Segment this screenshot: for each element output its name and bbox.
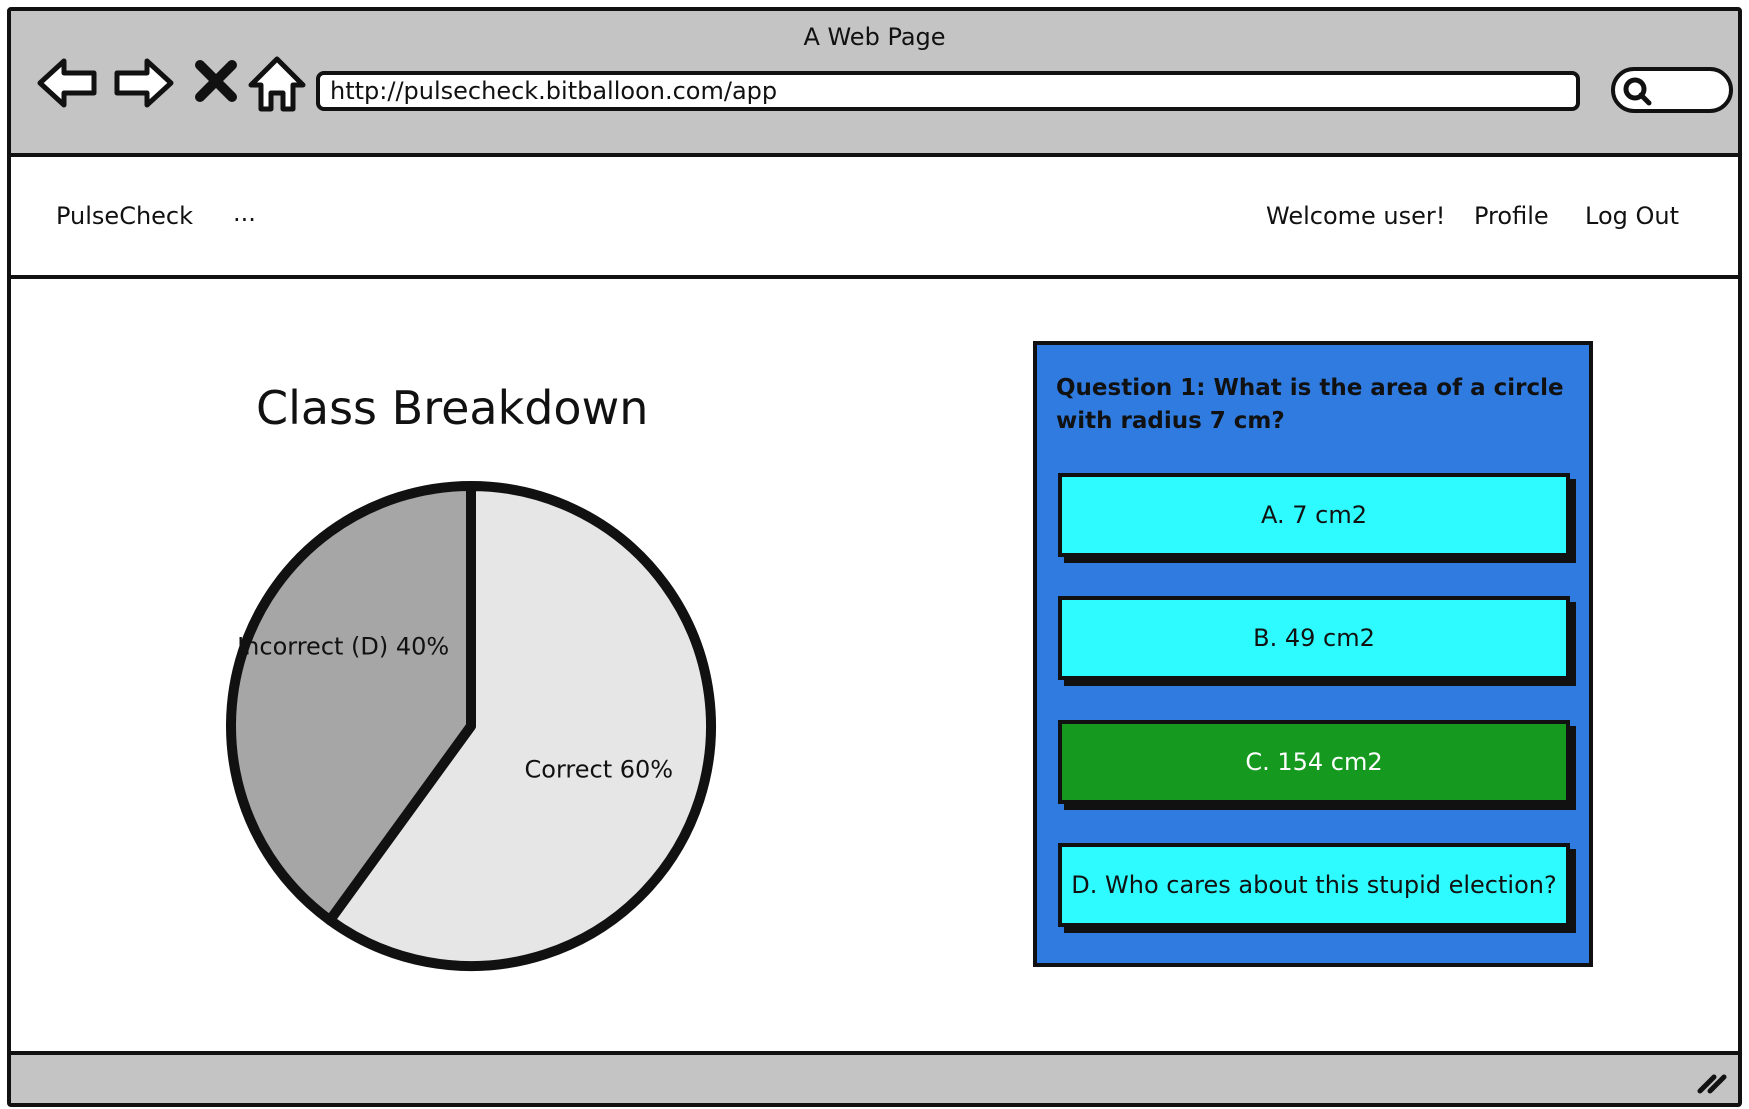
home-icon[interactable]	[245, 51, 309, 115]
browser-chrome: A Web Page http://pulsecheck.bitballoon.…	[11, 11, 1738, 157]
search-icon	[1623, 77, 1652, 106]
quiz-panel: Question 1: What is the area of a circle…	[1033, 341, 1593, 967]
question-text: Question 1: What is the area of a circle…	[1056, 375, 1564, 434]
pie-chart: Correct 60% Incorrect (D) 40%	[226, 481, 716, 971]
pie-slice-label: Incorrect (D) 40%	[237, 632, 449, 660]
brand-link[interactable]: PulseCheck	[56, 202, 193, 230]
status-bar	[11, 1051, 1738, 1103]
answer-button[interactable]: D. Who cares about this stupid election?	[1058, 843, 1570, 927]
profile-link[interactable]: Profile	[1474, 202, 1549, 230]
resize-grip-icon[interactable]	[1696, 1069, 1730, 1095]
pie-slice-label: Correct 60%	[525, 756, 674, 784]
more-menu[interactable]: ...	[233, 199, 256, 227]
chart-title: Class Breakdown	[256, 381, 649, 435]
answer-button[interactable]: C. 154 cm2	[1058, 720, 1570, 804]
app-navbar: PulseCheck ... Welcome user! Profile Log…	[11, 157, 1738, 279]
back-arrow-icon[interactable]	[36, 51, 100, 115]
answer-button[interactable]: A. 7 cm2	[1058, 473, 1570, 557]
forward-arrow-icon[interactable]	[111, 51, 175, 115]
answer-button[interactable]: B. 49 cm2	[1058, 596, 1570, 680]
window-title: A Web Page	[803, 23, 946, 51]
url-input[interactable]: http://pulsecheck.bitballoon.com/app	[316, 71, 1580, 111]
browser-window: A Web Page http://pulsecheck.bitballoon.…	[7, 7, 1742, 1107]
browser-search-field[interactable]	[1611, 67, 1733, 113]
close-x-icon[interactable]	[186, 51, 250, 115]
welcome-text: Welcome user!	[1266, 202, 1446, 230]
logout-link[interactable]: Log Out	[1585, 202, 1679, 230]
